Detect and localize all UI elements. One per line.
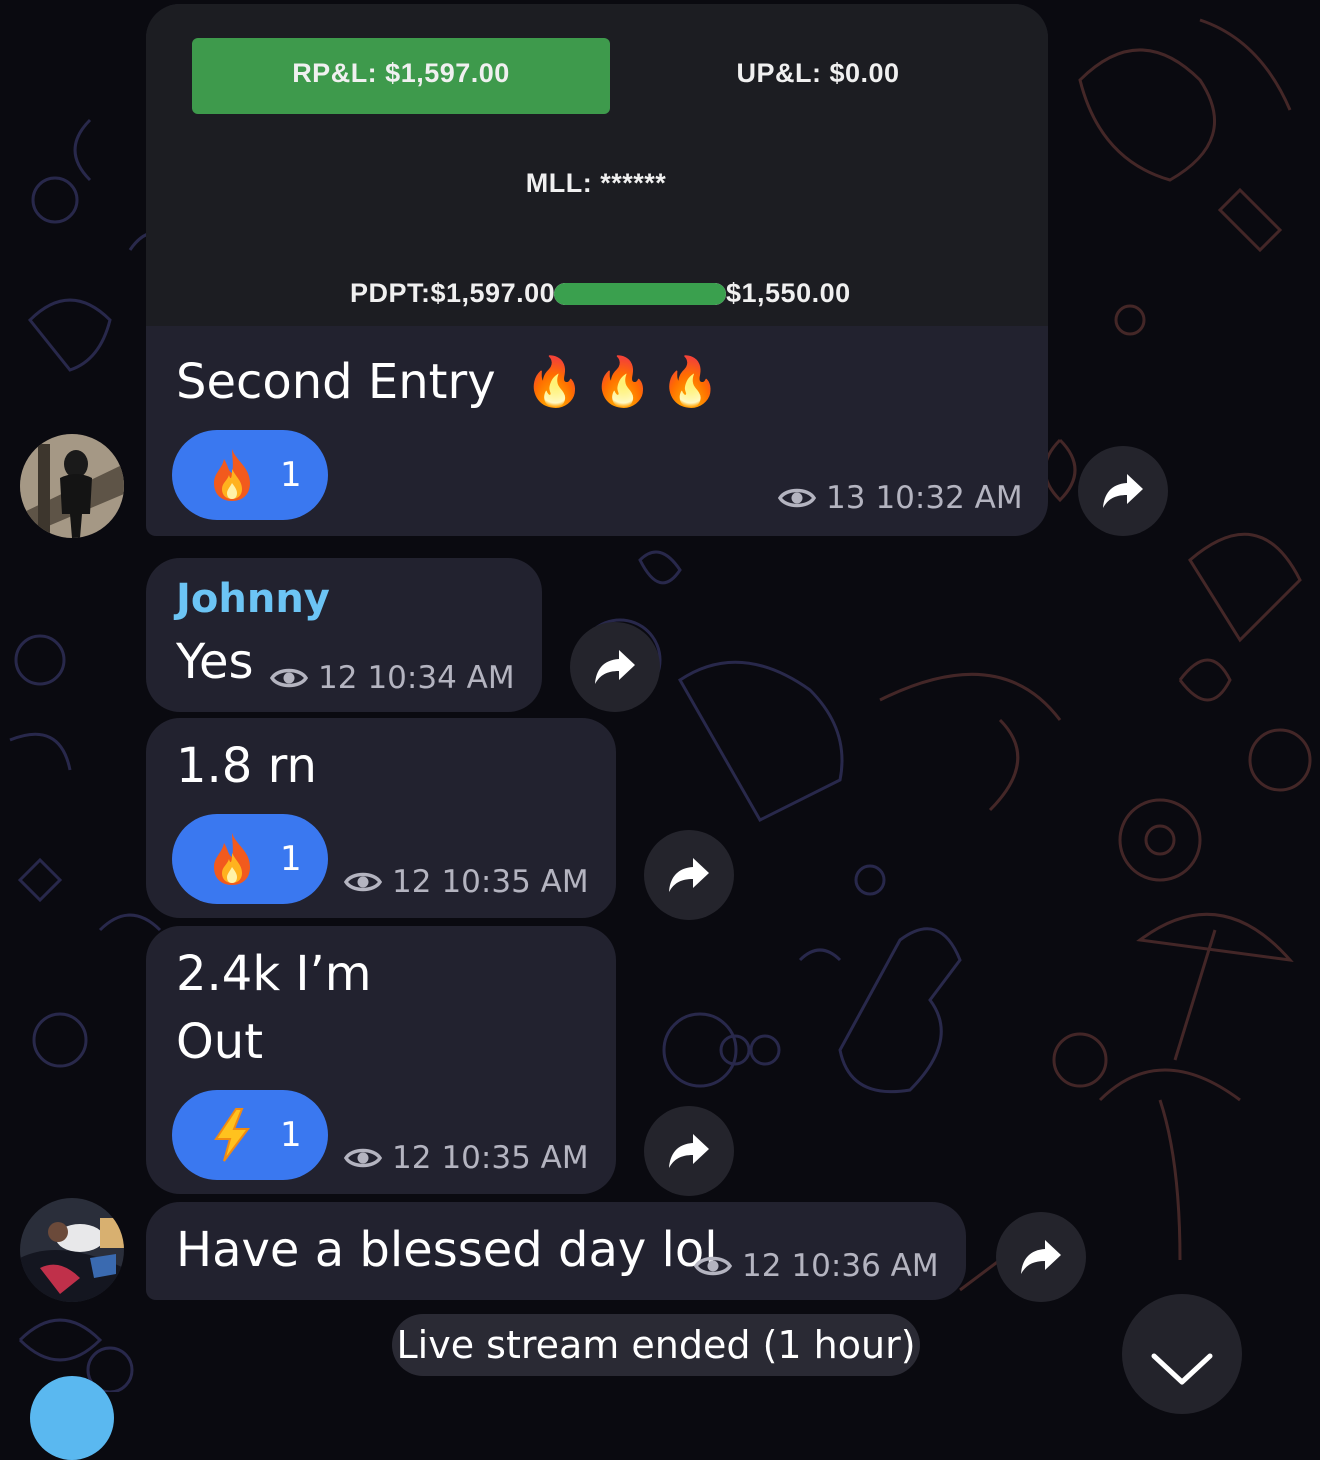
rpl-label: RP&L: $1,597.00 — [292, 58, 510, 88]
avatar-image — [20, 434, 124, 538]
lightning-icon — [214, 1108, 250, 1162]
reaction-count: 1 — [280, 455, 302, 495]
message-text: Yes — [176, 634, 254, 690]
scroll-down-button[interactable] — [1122, 1294, 1242, 1414]
eye-icon — [344, 1144, 382, 1172]
view-count: 12 — [392, 864, 432, 900]
message-meta: 12 10:35 AM — [344, 1140, 589, 1176]
forward-arrow-icon — [669, 858, 709, 892]
message-meta: 12 10:36 AM — [694, 1248, 939, 1284]
reaction-count: 1 — [280, 1115, 302, 1155]
view-count: 12 — [318, 660, 358, 696]
message-meta: 12 10:34 AM — [270, 660, 515, 696]
reaction-chip[interactable]: 1 — [172, 814, 328, 904]
eye-icon — [778, 484, 816, 512]
message-time: 10:36 AM — [791, 1248, 939, 1284]
message-text-line1: 2.4k I’m — [176, 946, 372, 1002]
eye-icon — [270, 664, 308, 692]
mll-label: MLL: ****** — [525, 168, 667, 198]
message-text-value: Second Entry — [176, 354, 496, 410]
sender-name[interactable]: Johnny — [176, 576, 330, 622]
message-meta: 12 10:35 AM — [344, 864, 589, 900]
chevron-down-icon — [1151, 1353, 1213, 1385]
message-text: 1.8 rn — [176, 738, 317, 794]
pdpt-label: PDPT:$1,597.00 — [350, 278, 556, 308]
forward-arrow-icon — [1021, 1240, 1061, 1274]
fire-icon — [214, 449, 250, 501]
message-time: 10:34 AM — [367, 660, 515, 696]
message-time: 10:35 AM — [441, 864, 589, 900]
forward-button[interactable] — [1078, 446, 1168, 536]
view-count: 12 — [392, 1140, 432, 1176]
eye-icon — [344, 868, 382, 896]
message-time: 10:32 AM — [875, 480, 1023, 516]
view-count: 12 — [742, 1248, 782, 1284]
forward-button[interactable] — [644, 830, 734, 920]
reaction-chip[interactable]: 1 — [172, 430, 328, 520]
fire-icon — [214, 833, 250, 885]
message-meta: 13 10:32 AM — [778, 480, 1023, 516]
upl-label: UP&L: $0.00 — [736, 58, 900, 88]
message-time: 10:35 AM — [441, 1140, 589, 1176]
message-text: Have a blessed day lol — [176, 1222, 718, 1278]
forward-button[interactable] — [996, 1212, 1086, 1302]
avatar-partial[interactable] — [30, 1376, 114, 1460]
service-message-text: Live stream ended (1 hour) — [396, 1323, 916, 1367]
forward-arrow-icon — [595, 650, 635, 684]
message-text-line2: Out — [176, 1014, 264, 1070]
eye-icon — [694, 1252, 732, 1280]
avatar[interactable] — [20, 434, 124, 538]
pdpt-progress-bar — [554, 283, 726, 305]
pdpt-target: $1,550.00 — [726, 278, 851, 308]
reaction-count: 1 — [280, 839, 302, 879]
reaction-chip[interactable]: 1 — [172, 1090, 328, 1180]
forward-arrow-icon — [669, 1134, 709, 1168]
forward-button[interactable] — [644, 1106, 734, 1196]
view-count: 13 — [826, 480, 866, 516]
pdpt-progress-fill — [554, 283, 726, 305]
forward-button[interactable] — [570, 622, 660, 712]
service-message: Live stream ended (1 hour) — [392, 1314, 920, 1376]
forward-arrow-icon — [1103, 474, 1143, 508]
fire-emoji-text: 🔥🔥🔥 — [524, 354, 729, 410]
avatar[interactable] — [20, 1198, 124, 1302]
avatar-image — [20, 1198, 124, 1302]
message-text: Second Entry 🔥🔥🔥 — [176, 358, 728, 406]
